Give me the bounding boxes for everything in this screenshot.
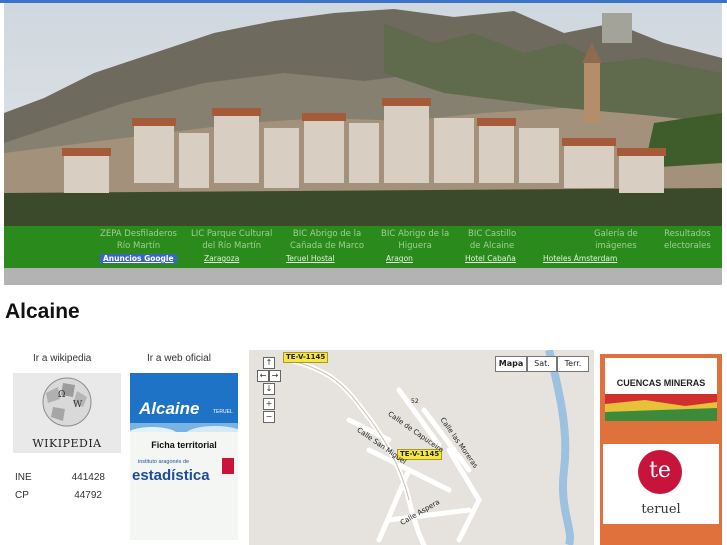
map-type-terr[interactable]: Terr. <box>557 356 589 372</box>
official-web-link-label[interactable]: Ir a web oficial <box>147 353 211 364</box>
page-title: Alcaine <box>5 300 80 323</box>
pan-up-icon[interactable]: ↑ <box>263 357 275 369</box>
pan-left-icon[interactable]: ← <box>257 370 269 382</box>
ad-link-hotel-cabana[interactable]: Hotel Cabaña <box>465 254 516 264</box>
cuencas-landscape-icon <box>605 394 717 421</box>
zoom-out-icon[interactable]: − <box>263 411 275 423</box>
nav-item-bic-castillo[interactable]: BIC Castillo de Alcaine <box>468 228 516 252</box>
ficha-label: Ficha territorial <box>151 440 217 450</box>
ad-link-teruel-hostal[interactable]: Teruel Hostal <box>286 254 335 264</box>
stat-value: 441428 <box>71 472 105 483</box>
svg-text:Ω: Ω <box>58 390 65 400</box>
alcaine-logo-text: Alcaine <box>139 399 200 418</box>
map-type-sat[interactable]: Sat. <box>527 356 557 372</box>
nav-bottom-band <box>4 268 722 285</box>
pan-right-icon[interactable]: → <box>269 370 281 382</box>
svg-text:W: W <box>73 400 83 410</box>
wikipedia-link-label[interactable]: Ir a wikipedia <box>33 353 91 364</box>
stat-key: CP <box>15 490 29 501</box>
road-badge: TE-V-1145 <box>283 352 329 363</box>
map-marker-number: 52 <box>411 398 419 405</box>
aragon-flag-icon <box>222 458 234 474</box>
sponsor-column: CUENCAS MINERAS te teruel <box>600 354 722 545</box>
google-map[interactable]: ↑ ← → ↓ + − Mapa Sat. Terr. TE-V-1145 TE… <box>249 350 594 545</box>
cuencas-mineras-banner[interactable]: CUENCAS MINERAS <box>605 358 717 421</box>
nav-item-bic-canada[interactable]: BIC Abrigo de la Cañada de Marco <box>290 228 364 252</box>
ad-link-aragon[interactable]: Aragon <box>386 254 413 264</box>
stat-key: INE <box>15 472 32 483</box>
nav-item-zepa[interactable]: ZEPA Desfiladeros Río Martín <box>100 228 177 252</box>
ad-link-anuncios-google[interactable]: Anuncios Google <box>100 254 177 264</box>
teruel-banner[interactable]: te teruel <box>603 444 719 524</box>
ad-link-hoteles-amsterdam[interactable]: Hoteles Ámsterdam <box>543 254 617 264</box>
alcaine-logo-small: TERUEL <box>213 409 233 415</box>
wikipedia-wordmark: Wikipedia <box>32 437 102 450</box>
wikipedia-link[interactable]: Ω W Wikipedia <box>13 373 121 453</box>
pan-down-icon[interactable]: ↓ <box>263 383 275 395</box>
zoom-in-icon[interactable]: + <box>263 398 275 410</box>
cuencas-mineras-text: CUENCAS MINERAS <box>616 378 706 388</box>
header-photo-alcaine <box>4 3 722 228</box>
stat-value: 44792 <box>74 490 102 501</box>
estadistica-logo-text: estadística <box>132 467 210 484</box>
stat-row: CP 44792 <box>15 490 110 508</box>
ad-link-zaragoza[interactable]: Zaragoza <box>204 254 239 264</box>
teruel-wordmark: teruel <box>641 502 681 517</box>
nav-bar: ZEPA Desfiladeros Río Martín LIC Parque C… <box>4 226 722 268</box>
nav-item-bic-higuera[interactable]: BIC Abrigo de la Higuera <box>381 228 449 252</box>
ficha-territorial-link[interactable]: Ficha territorial instituto aragonés de … <box>130 432 238 540</box>
municipality-codes: INE 441428 CP 44792 <box>15 472 110 508</box>
ficha-sub: instituto aragonés de <box>138 459 190 465</box>
map-type-mapa[interactable]: Mapa <box>495 356 527 372</box>
teruel-mark: te <box>649 458 671 483</box>
nav-item-lic[interactable]: LIC Parque Cultural del Río Martín <box>191 228 272 252</box>
nav-item-resultados[interactable]: Resultados electorales <box>664 228 711 252</box>
stat-row: INE 441428 <box>15 472 110 490</box>
nav-item-galeria[interactable]: Galería de imágenes <box>594 228 638 252</box>
